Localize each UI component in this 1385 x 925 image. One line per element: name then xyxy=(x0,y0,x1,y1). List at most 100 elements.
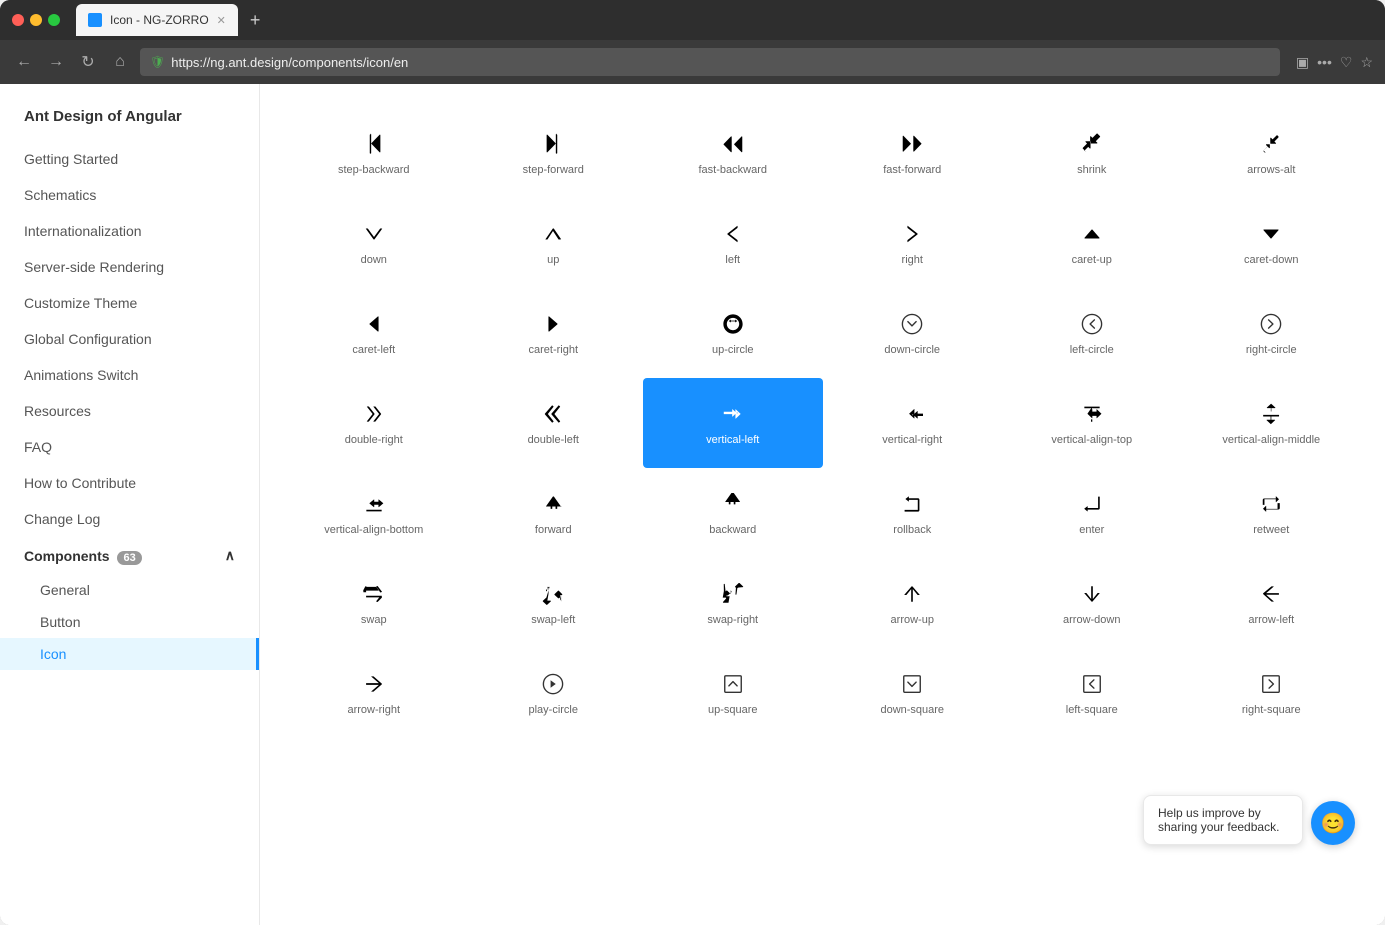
reload-button[interactable]: ↻ xyxy=(76,52,100,72)
icon-cell-down-circle[interactable]: down-circle xyxy=(823,288,1003,378)
forward-button[interactable]: → xyxy=(44,53,68,71)
icon-cell-retweet[interactable]: retweet xyxy=(1182,468,1362,558)
icon-cell-arrow-left[interactable]: arrow-left xyxy=(1182,558,1362,648)
icon-label-step-backward: step-backward xyxy=(338,163,410,177)
icon-label-right-circle: right-circle xyxy=(1246,343,1297,357)
icon-cell-right[interactable]: right xyxy=(823,198,1003,288)
minimize-window-button[interactable] xyxy=(30,14,42,26)
icon-cell-double-left[interactable]: double-left xyxy=(464,378,644,468)
icon-cell-vertical-align-middle[interactable]: vertical-align-middle xyxy=(1182,378,1362,468)
icon-cell-arrows-alt[interactable]: arrows-alt xyxy=(1182,108,1362,198)
icon-label-swap: swap xyxy=(361,613,387,627)
icon-cell-arrow-up[interactable]: arrow-up xyxy=(823,558,1003,648)
icon-cell-left-circle[interactable]: left-circle xyxy=(1002,288,1182,378)
title-bar: Icon - NG-ZORRO ✕ + xyxy=(0,0,1385,40)
icon-cell-shrink[interactable]: shrink xyxy=(1002,108,1182,198)
sidebar-item-global-config[interactable]: Global Configuration xyxy=(0,321,259,357)
icon-label-left-square: left-square xyxy=(1066,703,1118,717)
sidebar-sub-button[interactable]: Button xyxy=(0,606,259,638)
back-button[interactable]: ← xyxy=(12,53,36,71)
icon-cell-up[interactable]: up xyxy=(464,198,644,288)
icon-cell-caret-down[interactable]: caret-down xyxy=(1182,198,1362,288)
icon-cell-up-circle[interactable]: up-circle xyxy=(643,288,823,378)
icon-cell-play-circle[interactable]: play-circle xyxy=(464,648,644,738)
icon-cell-step-forward[interactable]: step-forward xyxy=(464,108,644,198)
icon-cell-down[interactable]: down xyxy=(284,198,464,288)
icon-cell-up-square[interactable]: up-square xyxy=(643,648,823,738)
icon-cell-enter[interactable]: enter xyxy=(1002,468,1182,558)
tab-close-button[interactable]: ✕ xyxy=(217,14,226,27)
icon-label-retweet: retweet xyxy=(1253,523,1289,537)
icon-cell-caret-left[interactable]: caret-left xyxy=(284,288,464,378)
icon-cell-vertical-align-bottom[interactable]: vertical-align-bottom xyxy=(284,468,464,558)
icon-cell-vertical-right[interactable]: vertical-right xyxy=(823,378,1003,468)
tab-favicon xyxy=(88,13,102,27)
maximize-window-button[interactable] xyxy=(48,14,60,26)
icon-cell-swap[interactable]: swap xyxy=(284,558,464,648)
icon-label-vertical-left: vertical-left xyxy=(706,433,759,447)
close-window-button[interactable] xyxy=(12,14,24,26)
down-icon xyxy=(363,223,385,245)
feedback-button[interactable]: 😊 xyxy=(1311,801,1355,845)
bookmark-star-icon[interactable]: ☆ xyxy=(1360,54,1373,71)
bookmark-icon[interactable]: ♡ xyxy=(1340,54,1353,71)
icon-label-caret-down: caret-down xyxy=(1244,253,1298,267)
icon-cell-double-right[interactable]: double-right xyxy=(284,378,464,468)
icon-label-left: left xyxy=(725,253,740,267)
sidebar-components-badge: 63 xyxy=(117,551,141,565)
up-icon xyxy=(542,223,564,245)
caret-up-icon xyxy=(1081,223,1103,245)
vertical-left-icon xyxy=(722,403,744,425)
sidebar-item-resources[interactable]: Resources xyxy=(0,393,259,429)
icon-label-right-square: right-square xyxy=(1242,703,1301,717)
icon-cell-swap-left[interactable]: swap-left xyxy=(464,558,644,648)
new-tab-button[interactable]: + xyxy=(250,10,261,31)
more-tools-icon[interactable]: ••• xyxy=(1317,54,1332,70)
sidebar-sub-icon[interactable]: Icon xyxy=(0,638,259,670)
icon-cell-down-square[interactable]: down-square xyxy=(823,648,1003,738)
arrow-left-icon xyxy=(1260,583,1282,605)
sidebar-item-getting-started[interactable]: Getting Started xyxy=(0,141,259,177)
icon-label-up-circle: up-circle xyxy=(712,343,754,357)
sidebar-item-internationalization[interactable]: Internationalization xyxy=(0,213,259,249)
browser-tab[interactable]: Icon - NG-ZORRO ✕ xyxy=(76,4,238,36)
sidebar-item-schematics[interactable]: Schematics xyxy=(0,177,259,213)
icon-label-up-square: up-square xyxy=(708,703,758,717)
sidebar-section-components[interactable]: Components 63 ∧ xyxy=(0,537,259,574)
icon-cell-forward[interactable]: forward xyxy=(464,468,644,558)
arrow-right-icon xyxy=(363,673,385,695)
icon-cell-arrow-down[interactable]: arrow-down xyxy=(1002,558,1182,648)
icon-cell-vertical-align-top[interactable]: vertical-align-top xyxy=(1002,378,1182,468)
icon-cell-vertical-left[interactable]: vertical-left xyxy=(643,378,823,468)
home-button[interactable]: ⌂ xyxy=(108,53,132,71)
url-bar[interactable]: 🛡 https://ng.ant.design/components/icon/… xyxy=(140,48,1280,76)
icon-label-rollback: rollback xyxy=(893,523,931,537)
icon-cell-step-backward[interactable]: step-backward xyxy=(284,108,464,198)
icon-cell-left[interactable]: left xyxy=(643,198,823,288)
icon-cell-swap-right[interactable]: swap-right xyxy=(643,558,823,648)
sidebar-sub-general[interactable]: General xyxy=(0,574,259,606)
vertical-align-middle-icon xyxy=(1260,403,1282,425)
sidebar-item-faq[interactable]: FAQ xyxy=(0,429,259,465)
sidebar: Ant Design of Angular Getting Started Sc… xyxy=(0,84,260,925)
reader-view-icon[interactable]: ▣ xyxy=(1296,54,1309,71)
icon-cell-fast-forward[interactable]: fast-forward xyxy=(823,108,1003,198)
icon-cell-caret-right[interactable]: caret-right xyxy=(464,288,644,378)
icon-cell-right-square[interactable]: right-square xyxy=(1182,648,1362,738)
icon-label-fast-forward: fast-forward xyxy=(883,163,941,177)
sidebar-item-animations[interactable]: Animations Switch xyxy=(0,357,259,393)
icon-label-arrow-down: arrow-down xyxy=(1063,613,1120,627)
icon-cell-right-circle[interactable]: right-circle xyxy=(1182,288,1362,378)
icon-cell-left-square[interactable]: left-square xyxy=(1002,648,1182,738)
icon-label-vertical-align-bottom: vertical-align-bottom xyxy=(324,523,423,537)
sidebar-item-contribute[interactable]: How to Contribute xyxy=(0,465,259,501)
icon-cell-rollback[interactable]: rollback xyxy=(823,468,1003,558)
sidebar-item-customize-theme[interactable]: Customize Theme xyxy=(0,285,259,321)
sidebar-item-changelog[interactable]: Change Log xyxy=(0,501,259,537)
icon-cell-backward[interactable]: backward xyxy=(643,468,823,558)
icon-cell-fast-backward[interactable]: fast-backward xyxy=(643,108,823,198)
sidebar-item-ssr[interactable]: Server-side Rendering xyxy=(0,249,259,285)
left-circle-icon xyxy=(1081,313,1103,335)
icon-cell-caret-up[interactable]: caret-up xyxy=(1002,198,1182,288)
icon-cell-arrow-right[interactable]: arrow-right xyxy=(284,648,464,738)
